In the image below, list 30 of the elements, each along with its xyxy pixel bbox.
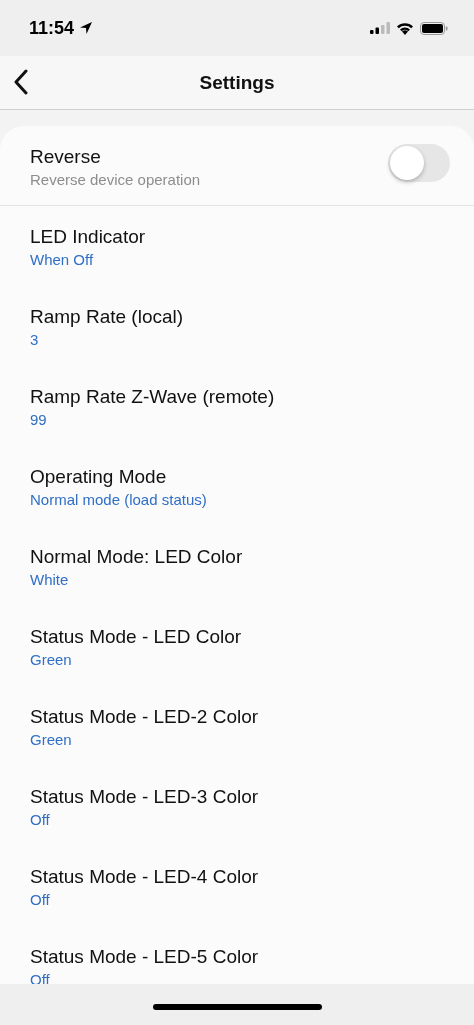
setting-title[interactable]: Operating Mode xyxy=(30,466,207,488)
setting-value: Off xyxy=(30,811,51,829)
location-arrow-icon xyxy=(79,21,94,35)
setting-value: White xyxy=(30,571,70,589)
setting-title[interactable]: Status Mode - LED-3 Color xyxy=(30,786,259,808)
page-title: Settings xyxy=(199,71,275,94)
setting-title: Reverse xyxy=(30,146,102,168)
setting-value: Off xyxy=(30,891,51,909)
setting-title[interactable]: Status Mode - LED-2 Color xyxy=(30,706,259,728)
toggle-switch[interactable] xyxy=(388,144,450,182)
setting-title[interactable]: LED Indicator xyxy=(30,226,146,248)
wifi-icon xyxy=(396,21,414,35)
setting-value: Normal mode (load status) xyxy=(30,491,207,509)
back-chevron-icon xyxy=(13,69,29,95)
setting-value: Green xyxy=(30,651,73,669)
setting-title[interactable]: Normal Mode: LED Color xyxy=(30,546,243,568)
setting-value: 3 xyxy=(30,331,40,349)
setting-title[interactable]: Ramp Rate Z-Wave (remote) xyxy=(30,386,275,408)
setting-title[interactable]: Ramp Rate (local) xyxy=(30,306,184,328)
setting-value: 99 xyxy=(30,411,48,429)
setting-title[interactable]: Status Mode - LED-5 Color xyxy=(30,946,259,968)
signal-icon xyxy=(370,22,390,34)
setting-value: When Off xyxy=(30,251,95,269)
home-indicator[interactable] xyxy=(152,1003,322,1010)
status-time: 11:54 xyxy=(29,17,75,39)
setting-value: Green xyxy=(30,731,73,749)
battery-icon xyxy=(420,21,448,35)
setting-title[interactable]: Status Mode - LED-4 Color xyxy=(30,866,259,888)
setting-title[interactable]: Status Mode - LED Color xyxy=(30,626,242,648)
setting-description: Reverse device operation xyxy=(30,171,201,189)
